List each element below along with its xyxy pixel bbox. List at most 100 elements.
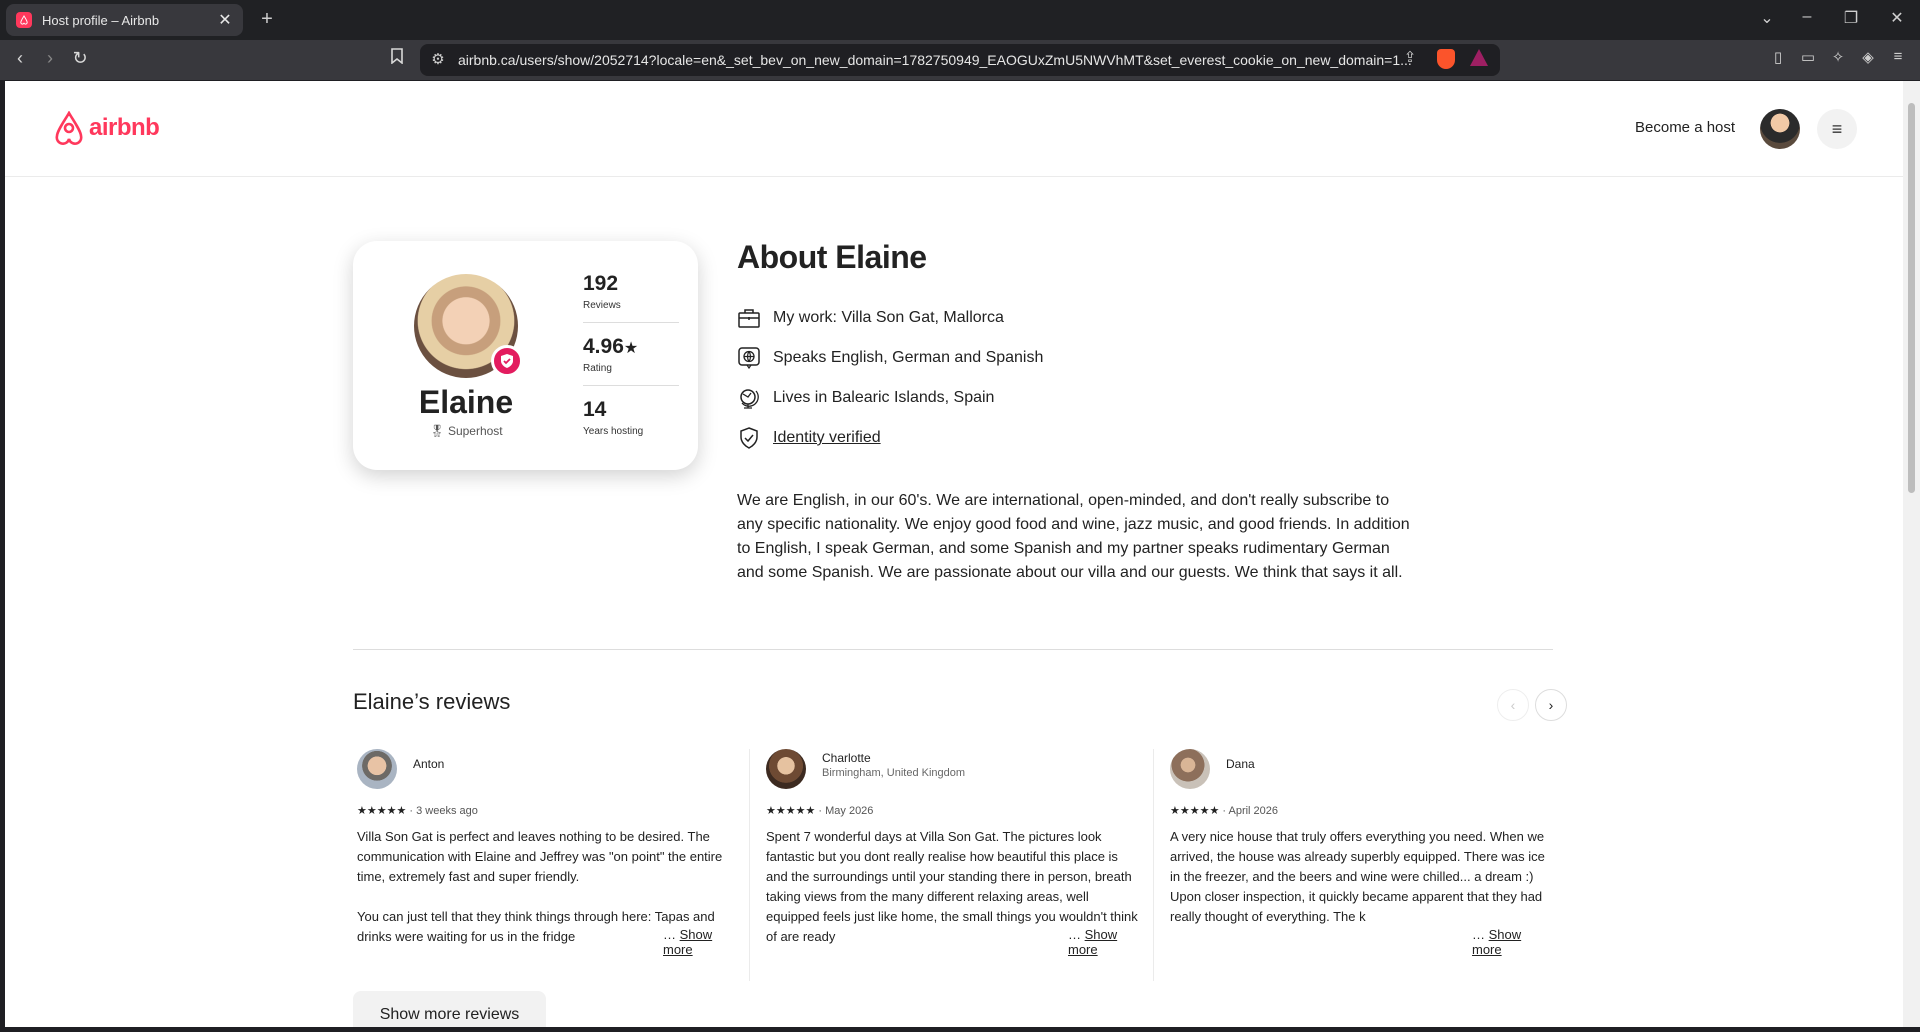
identity-verified-link[interactable]: Identity verified: [773, 429, 881, 447]
review-date: May 2026: [825, 805, 874, 817]
browser-menu-icon[interactable]: ≡: [1888, 48, 1908, 65]
fact-work-text: My work: Villa Son Gat, Mallorca: [773, 309, 1004, 326]
user-avatar[interactable]: [1760, 109, 1800, 149]
review-stars-icon: ★★★★★: [1170, 805, 1220, 817]
fact-languages-text: Speaks English, German and Spanish: [773, 349, 1044, 366]
show-more-link[interactable]: Show more: [1068, 927, 1117, 957]
reload-icon[interactable]: ↻: [68, 48, 92, 69]
host-bio: We are English, in our 60's. We are inte…: [737, 492, 1410, 581]
main-menu-button[interactable]: ≡: [1817, 109, 1857, 149]
site-settings-icon[interactable]: ⚙: [428, 50, 448, 68]
stat-value: 4.96★: [583, 335, 639, 358]
scrollbar-thumb[interactable]: [1908, 103, 1915, 493]
stat-divider: [583, 322, 679, 323]
briefcase-icon: [737, 306, 761, 330]
reviewer-avatar: [766, 749, 806, 789]
restore-icon[interactable]: ❐: [1836, 8, 1866, 28]
language-icon: [737, 346, 761, 370]
share-icon[interactable]: ⇪: [1400, 48, 1420, 66]
logo-wordmark: airbnb: [89, 114, 160, 141]
chevron-left-icon: ‹: [1510, 697, 1516, 713]
bookmark-icon[interactable]: [385, 48, 409, 69]
navigation-bar: ‹ › ↻ ⚙ airbnb.ca/users/show/2052714?loc…: [0, 40, 1920, 80]
review-show-more: … Show more: [643, 927, 733, 957]
back-icon[interactable]: ‹: [8, 48, 32, 69]
review-meta: ★★★★★ · May 2026: [766, 804, 873, 817]
review-card: Anton ★★★★★ · 3 weeks ago Villa Son Gat …: [353, 749, 733, 981]
review-card: Dana ★★★★★ · April 2026 A very nice hous…: [1153, 749, 1545, 981]
close-tab-icon[interactable]: ✕: [217, 10, 233, 30]
reviewer-avatar: [357, 749, 397, 789]
airbnb-logo[interactable]: airbnb: [53, 111, 160, 145]
site-header: airbnb Become a host ≡: [5, 81, 1903, 177]
close-window-icon[interactable]: ✕: [1882, 8, 1912, 28]
brave-shields-icon[interactable]: [1437, 49, 1455, 69]
show-more-link[interactable]: Show more: [1472, 927, 1521, 957]
stat-divider: [583, 385, 679, 386]
superhost-text: Superhost: [447, 424, 503, 438]
review-date: April 2026: [1228, 805, 1279, 817]
review-show-more: … Show more: [1048, 927, 1129, 957]
superhost-label: 🎖︎ Superhost: [353, 424, 579, 438]
hamburger-icon: ≡: [1831, 118, 1843, 139]
stat-years: 14 Years hosting: [583, 398, 679, 437]
fact-lives-text: Lives in Balearic Islands, Spain: [773, 389, 995, 406]
web-page: airbnb Become a host ≡ Elaine 🎖︎ Superho…: [5, 81, 1903, 1027]
superhost-icon: 🎖︎: [429, 424, 445, 438]
forward-icon[interactable]: ›: [38, 48, 62, 69]
active-tab[interactable]: Host profile – Airbnb ✕: [6, 4, 243, 36]
tab-list-chevron-icon[interactable]: ⌄: [1752, 8, 1782, 28]
wallet-icon[interactable]: ▭: [1798, 48, 1818, 66]
become-host-link[interactable]: Become a host: [1635, 119, 1735, 136]
airbnb-logo-icon: [55, 111, 83, 145]
stat-reviews: 192 Reviews: [583, 272, 679, 311]
stat-rating: 4.96★ Rating: [583, 335, 679, 374]
reviews-title: Elaine’s reviews: [353, 689, 511, 714]
reviewer-name: Anton: [413, 757, 445, 771]
chevron-right-icon: ›: [1548, 697, 1554, 713]
fact-lives: Lives in Balearic Islands, Spain: [737, 386, 994, 410]
tab-bar: Host profile – Airbnb ✕ + ⌄ – ❐ ✕: [0, 0, 1920, 40]
reviewer-location: Birmingham, United Kingdom: [822, 767, 966, 779]
verified-badge-icon: [491, 345, 523, 377]
reviews-next-button[interactable]: ›: [1535, 689, 1567, 721]
review-stars-icon: ★★★★★: [357, 805, 407, 817]
reviewer-name: Dana: [1226, 757, 1255, 771]
section-divider: [353, 649, 1553, 650]
shield-check-icon: [737, 426, 761, 450]
about-title: About Elaine: [737, 239, 927, 275]
tab-title: Host profile – Airbnb: [42, 12, 160, 28]
page-scrollbar[interactable]: [1903, 81, 1920, 1027]
stat-label: Rating: [583, 363, 612, 374]
review-meta: ★★★★★ · April 2026: [1170, 804, 1278, 817]
fact-work: My work: Villa Son Gat, Mallorca: [737, 306, 1004, 330]
minimize-icon[interactable]: –: [1792, 8, 1822, 26]
show-more-link[interactable]: Show more: [663, 927, 712, 957]
stat-label: Years hosting: [583, 426, 644, 437]
profile-card: Elaine 🎖︎ Superhost 192 Reviews 4.96★ Ra…: [353, 241, 698, 470]
globe-icon: [737, 386, 761, 410]
star-icon: ★: [623, 340, 639, 357]
host-name: Elaine: [418, 384, 514, 420]
fact-languages: Speaks English, German and Spanish: [737, 346, 1043, 370]
vpn-icon[interactable]: ◈: [1858, 48, 1878, 66]
review-date: 3 weeks ago: [416, 805, 478, 817]
reviewer-avatar: [1170, 749, 1210, 789]
airbnb-favicon-icon: [16, 12, 32, 28]
sidebar-icon[interactable]: ▯: [1768, 48, 1788, 66]
review-show-more: … Show more: [1452, 927, 1533, 957]
reviewer-name: Charlotte: [822, 751, 871, 765]
review-card: Charlotte Birmingham, United Kingdom ★★★…: [749, 749, 1138, 981]
stat-value: 192: [583, 272, 619, 295]
stat-label: Reviews: [583, 300, 621, 311]
show-more-reviews-button[interactable]: Show more reviews: [353, 991, 546, 1027]
review-stars-icon: ★★★★★: [766, 805, 816, 817]
address-bar[interactable]: ⚙ airbnb.ca/users/show/2052714?locale=en…: [420, 44, 1500, 76]
leo-ai-icon[interactable]: ✧: [1828, 48, 1848, 66]
fact-identity: Identity verified: [737, 426, 881, 450]
review-meta: ★★★★★ · 3 weeks ago: [357, 804, 478, 817]
stat-value: 14: [583, 398, 607, 421]
brave-rewards-icon[interactable]: [1470, 49, 1488, 66]
new-tab-icon[interactable]: +: [255, 8, 279, 31]
reviews-prev-button[interactable]: ‹: [1497, 689, 1529, 721]
